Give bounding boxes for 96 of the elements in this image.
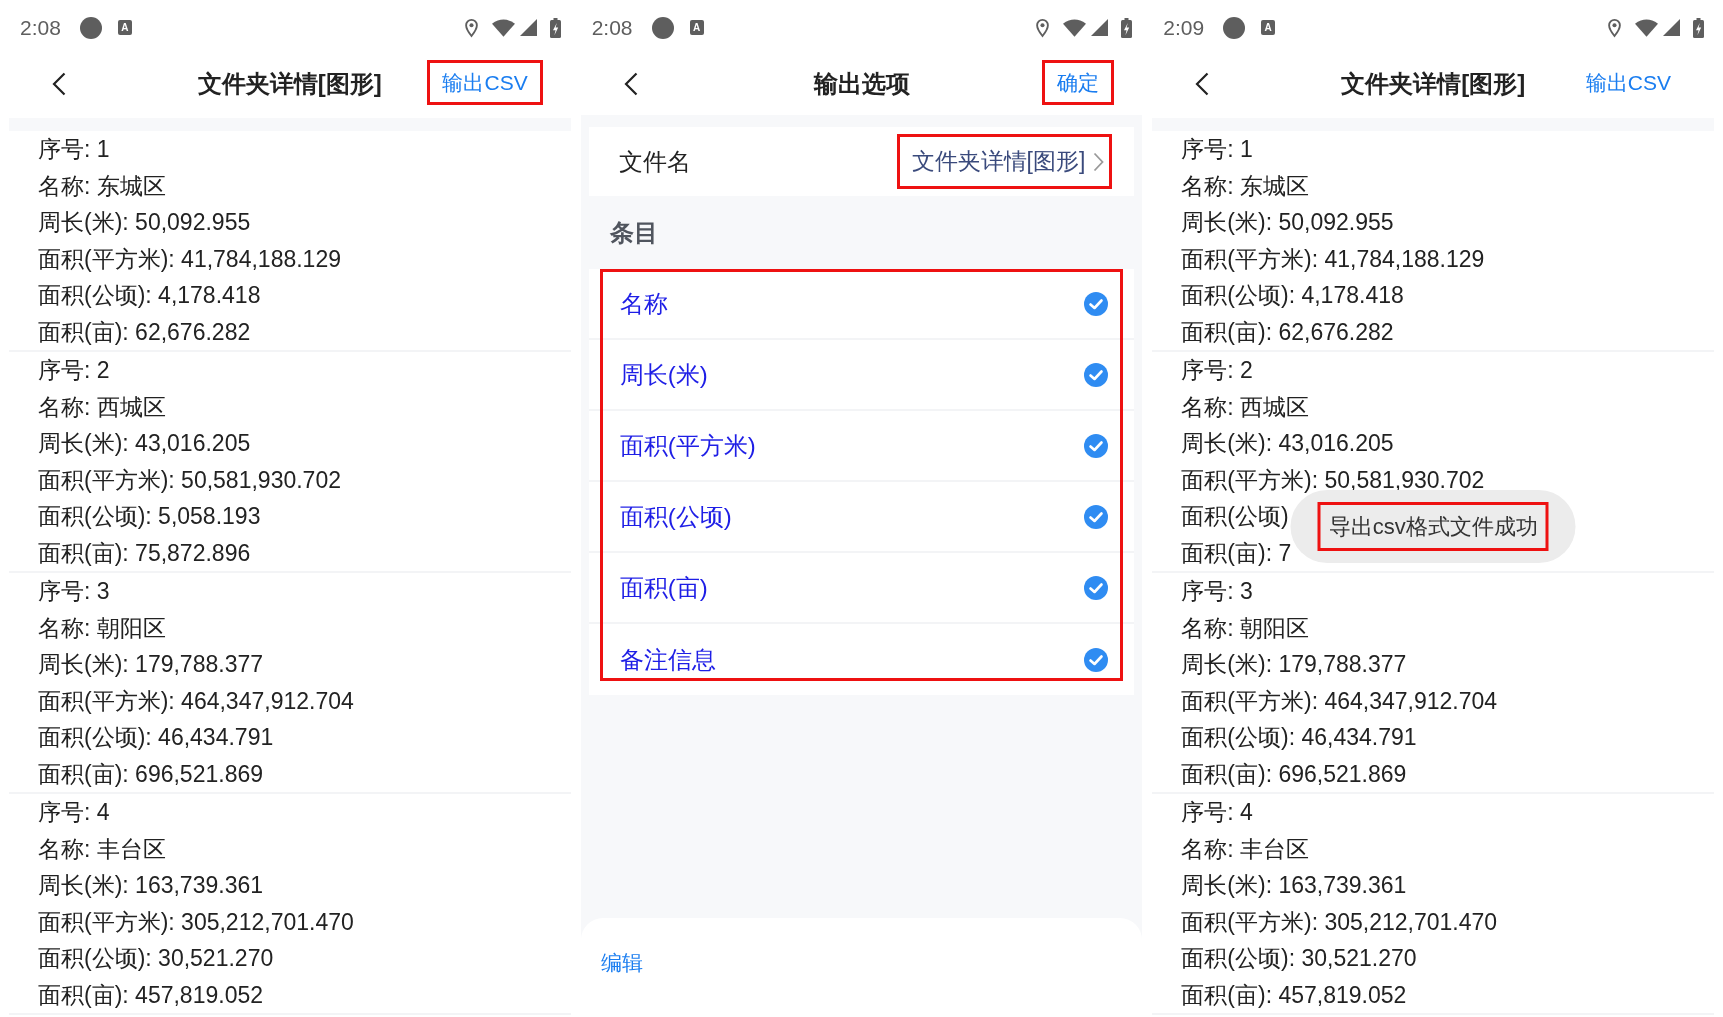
detail-line: 周长(米): 43,016.205 — [1181, 429, 1394, 458]
detail-line: 面积(公顷): 4,178.418 — [38, 281, 261, 310]
letter-badge: A — [689, 20, 704, 35]
detail-line: 名称: 东城区 — [1181, 171, 1310, 200]
battery-charging-icon — [549, 17, 561, 38]
detail-line: 名称: 朝阳区 — [1181, 613, 1310, 642]
option-label: 名称 — [619, 288, 668, 319]
detail-line: 面积(平方米): 305,212,701.470 — [1181, 907, 1498, 936]
detail-line: 面积(平方米): 41,784,188.129 — [38, 244, 341, 273]
check-circle-icon[interactable] — [1084, 575, 1109, 600]
detail-line: 面积(公顷): 30,521.270 — [38, 944, 274, 973]
screen-title: 文件夹详情[图形] — [197, 68, 382, 99]
back-icon[interactable] — [1195, 71, 1210, 96]
detail-line: 面积(平方米): 464,347,912.704 — [1181, 686, 1498, 715]
letter-badge: A — [117, 20, 132, 35]
detail-line: 面积(亩): 75,872.896 — [38, 538, 251, 567]
circle-icon — [651, 16, 674, 39]
chevron-right-icon — [1093, 151, 1105, 172]
detail-line: 面积(亩): 696,521.869 — [38, 759, 263, 788]
detail-line: 周长(米): 163,739.361 — [38, 871, 263, 900]
toast-message: 导出csv格式文件成功 — [1317, 502, 1549, 551]
detail-line: 名称: 丰台区 — [1181, 834, 1310, 863]
detail-line: 名称: 朝阳区 — [38, 613, 166, 642]
detail-line: 面积(平方米): 41,784,188.129 — [1181, 244, 1485, 273]
option-label: 周长(米) — [619, 359, 708, 390]
option-label: 面积(公顷) — [619, 501, 732, 532]
detail-line: 面积(公顷): 46,434.791 — [38, 723, 274, 752]
wifi-icon — [1635, 18, 1658, 37]
location-icon — [1036, 17, 1050, 38]
detail-line: 面积(公顷): 30,521.270 — [1181, 944, 1417, 973]
header-action-button[interactable]: 确定 — [1042, 60, 1115, 105]
detail-line: 周长(米): 163,739.361 — [1181, 871, 1407, 900]
check-circle-icon[interactable] — [1084, 504, 1109, 529]
detail-line: 名称: 西城区 — [1181, 392, 1310, 421]
detail-line: 面积(公顷): 4,178.418 — [1181, 281, 1404, 310]
circle-icon — [79, 16, 102, 39]
detail-line: 名称: 丰台区 — [38, 834, 166, 863]
header-action-button[interactable]: 输出CSV — [427, 60, 543, 105]
detail-line: 序号: 4 — [1181, 798, 1253, 827]
detail-line: 序号: 4 — [38, 798, 110, 827]
signal-icon — [1663, 19, 1680, 36]
signal-icon — [519, 19, 537, 36]
detail-line: 面积(亩): 62,676.282 — [38, 317, 251, 346]
detail-line: 面积(亩): 457,819.052 — [38, 980, 263, 1009]
detail-line: 周长(米): 43,016.205 — [38, 429, 251, 458]
edit-button[interactable]: 编辑 — [600, 950, 643, 976]
detail-line: 面积(公顷): 5,058.193 — [38, 502, 261, 531]
file-name-value[interactable]: 文件夹详情[图形] — [896, 134, 1113, 189]
status-time: 2:08 — [591, 17, 633, 38]
circle-icon — [1223, 16, 1246, 39]
detail-line: 周长(米): 50,092.955 — [1181, 208, 1394, 237]
detail-line: 周长(米): 179,788.377 — [1181, 650, 1407, 679]
detail-line: 周长(米): 179,788.377 — [38, 650, 263, 679]
detail-line: 周长(米): 50,092.955 — [38, 208, 251, 237]
detail-line: 面积(亩): 457,819.052 — [1181, 980, 1407, 1009]
detail-line: 面积(平方米): 464,347,912.704 — [38, 686, 354, 715]
detail-line: 名称: 东城区 — [38, 171, 166, 200]
option-label: 备注信息 — [619, 644, 716, 675]
check-circle-icon[interactable] — [1084, 291, 1109, 316]
battery-charging-icon — [1693, 17, 1704, 38]
screen-title: 输出选项 — [813, 68, 910, 99]
detail-line: 面积(亩): 62,676.282 — [1181, 317, 1394, 346]
detail-line: 面积(平方米): 50,581,930.702 — [38, 465, 341, 494]
option-label: 面积(平方米) — [619, 430, 756, 461]
detail-line: 序号: 2 — [38, 356, 110, 385]
wifi-icon — [1063, 18, 1087, 37]
wifi-icon — [491, 18, 515, 37]
detail-line: 序号: 1 — [38, 135, 110, 164]
detail-line: 序号: 1 — [1181, 135, 1253, 164]
detail-line: 序号: 3 — [1181, 577, 1253, 606]
detail-line: 面积(公顷): 46,434.791 — [1181, 723, 1417, 752]
screen-title: 文件夹详情[图形] — [1341, 68, 1526, 99]
check-circle-icon[interactable] — [1084, 362, 1109, 387]
section-title: 条目 — [609, 217, 658, 248]
signal-icon — [1091, 19, 1109, 36]
status-time: 2:09 — [1163, 17, 1205, 38]
detail-line: 序号: 3 — [38, 577, 110, 606]
detail-line: 名称: 西城区 — [38, 392, 166, 421]
check-circle-icon[interactable] — [1084, 433, 1109, 458]
detail-line: 面积(平方米): 305,212,701.470 — [38, 907, 354, 936]
detail-line: 面积(公顷) — [1181, 502, 1289, 531]
check-circle-icon[interactable] — [1084, 647, 1109, 672]
back-icon[interactable] — [52, 71, 66, 96]
option-label: 面积(亩) — [619, 572, 708, 603]
detail-line: 面积(亩): 696,521.869 — [1181, 759, 1407, 788]
detail-line: 面积(亩): 7 — [1181, 538, 1292, 567]
battery-charging-icon — [1121, 17, 1133, 38]
status-time: 2:08 — [20, 17, 61, 38]
detail-line: 序号: 2 — [1181, 356, 1253, 385]
letter-badge: A — [1261, 20, 1276, 35]
location-icon — [464, 17, 478, 38]
back-icon[interactable] — [623, 71, 638, 96]
detail-line: 面积(平方米): 50,581,930.702 — [1181, 465, 1485, 494]
header-action-button[interactable]: 输出CSV — [1570, 60, 1686, 105]
location-icon — [1608, 17, 1621, 38]
field-label: 文件名 — [618, 146, 691, 177]
